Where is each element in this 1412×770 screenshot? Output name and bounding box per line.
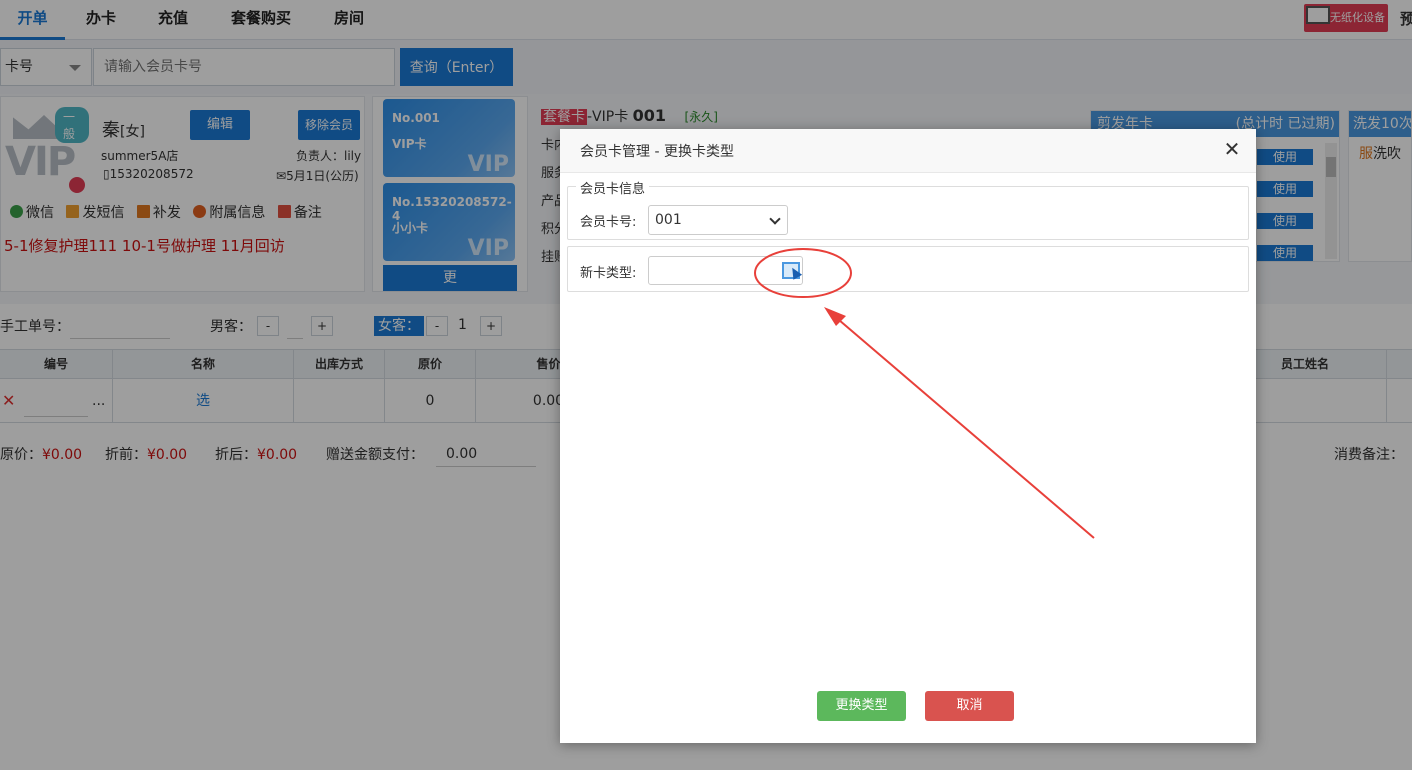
card-info-legend: 会员卡信息: [576, 178, 650, 197]
card-no-label: 会员卡号:: [580, 215, 637, 230]
change-type-button[interactable]: 更换类型: [817, 691, 906, 721]
new-card-type-input[interactable]: [648, 256, 803, 285]
new-type-label: 新卡类型:: [580, 266, 637, 281]
cancel-button[interactable]: 取消: [925, 691, 1014, 721]
card-no-select[interactable]: 001: [648, 205, 788, 235]
dialog-body: 会员卡信息 会员卡号: 001 新卡类型: 更换类型 取消: [566, 177, 1250, 739]
chevron-down-icon: [769, 213, 781, 225]
dialog-title: 会员卡管理 - 更换卡类型: [580, 144, 734, 160]
dialog-header: 会员卡管理 - 更换卡类型 ✕: [560, 129, 1256, 173]
select-picker-icon[interactable]: [782, 262, 800, 279]
close-icon[interactable]: ✕: [1222, 139, 1242, 159]
change-card-type-dialog: 会员卡管理 - 更换卡类型 ✕ 会员卡信息 会员卡号: 001 新卡类型: 更换…: [560, 129, 1256, 743]
